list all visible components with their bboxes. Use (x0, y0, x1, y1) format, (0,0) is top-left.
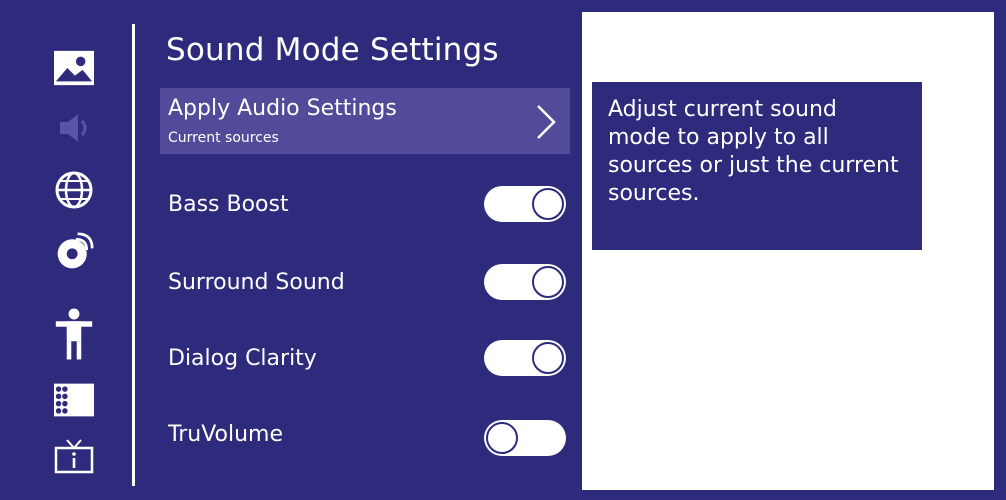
surround-sound-toggle[interactable] (484, 264, 566, 300)
truvolume-item[interactable]: TruVolume (160, 402, 570, 468)
apply-audio-settings-value: Current sources (168, 130, 279, 146)
system-icon[interactable] (54, 380, 94, 420)
surround-sound-item[interactable]: Surround Sound (160, 250, 570, 316)
bass-boost-toggle[interactable] (484, 186, 566, 222)
bass-boost-label: Bass Boost (168, 192, 289, 217)
picture-icon[interactable] (54, 48, 94, 88)
dialog-clarity-item[interactable]: Dialog Clarity (160, 326, 570, 392)
toggle-knob (532, 188, 564, 220)
dialog-clarity-label: Dialog Clarity (168, 346, 317, 371)
settings-screen: Sound Mode Settings Apply Audio Settings… (10, 12, 994, 490)
chevron-right-icon (537, 105, 556, 139)
accessibility-icon[interactable] (54, 306, 94, 362)
network-icon[interactable] (54, 170, 94, 210)
surround-sound-label: Surround Sound (168, 270, 345, 295)
audio-icon[interactable] (54, 108, 94, 148)
sound-mode-menu: Sound Mode Settings Apply Audio Settings… (160, 12, 572, 490)
truvolume-label: TruVolume (168, 422, 284, 447)
toggle-knob (486, 422, 518, 454)
toggle-knob (532, 342, 564, 374)
content-panel: Adjust current sound mode to apply to al… (582, 12, 994, 490)
dialog-clarity-toggle[interactable] (484, 340, 566, 376)
sidebar (10, 12, 135, 490)
truvolume-toggle[interactable] (484, 420, 566, 456)
channels-icon[interactable] (54, 232, 94, 272)
toggle-knob (532, 266, 564, 298)
apply-audio-settings-item[interactable]: Apply Audio Settings Current sources (160, 88, 570, 154)
apply-audio-settings-label: Apply Audio Settings (168, 96, 397, 121)
tv-info-icon[interactable] (54, 436, 94, 476)
sidebar-divider (132, 24, 135, 486)
bass-boost-item[interactable]: Bass Boost (160, 172, 570, 238)
help-text: Adjust current sound mode to apply to al… (592, 82, 922, 250)
page-title: Sound Mode Settings (166, 32, 499, 68)
